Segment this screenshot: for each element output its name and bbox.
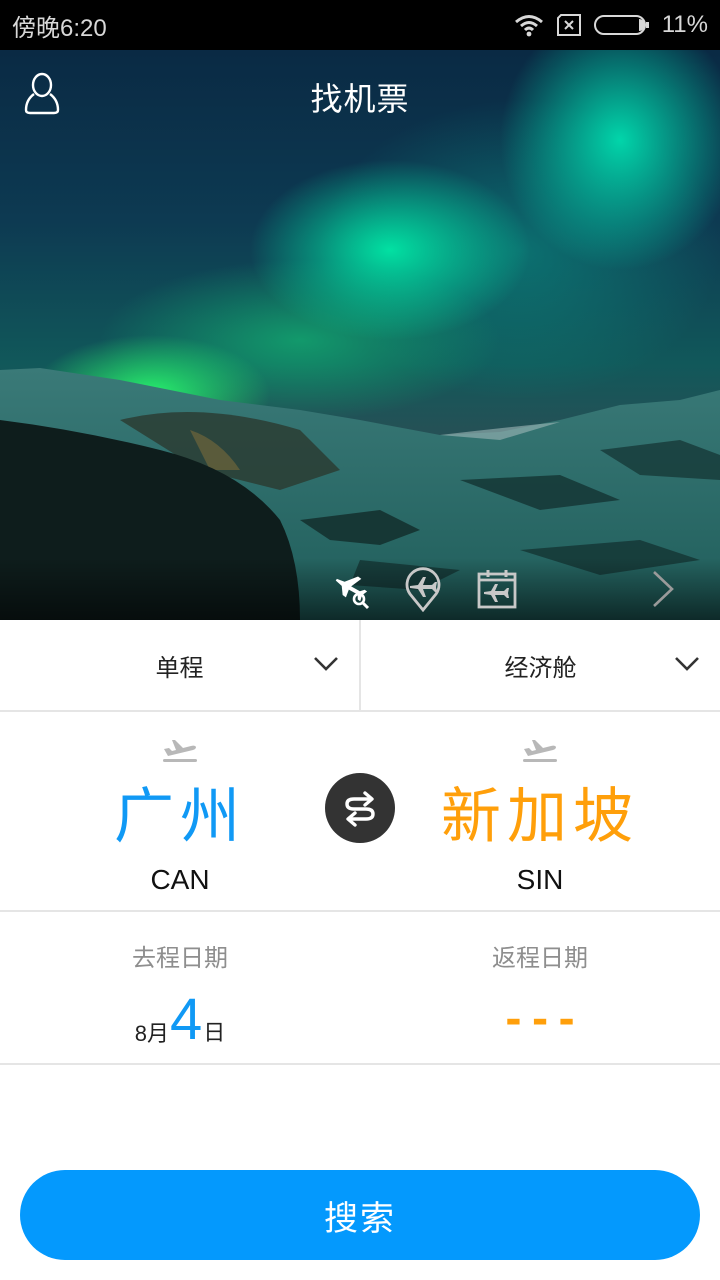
- cabin-class-value: 经济舱: [504, 653, 577, 682]
- status-bar: 傍晚6:20 11%: [0, 0, 720, 50]
- top-bar: 找机票: [0, 50, 720, 140]
- dates-section: 去程日期 8月 4 日 返程日期 ---: [0, 914, 720, 1065]
- departure-month: 8月: [134, 1021, 169, 1046]
- departure-date-value: 8月 4 日: [0, 987, 360, 1052]
- hero-banner: 找机票: [0, 50, 720, 620]
- departure-city: 广州: [114, 782, 246, 852]
- chevron-right-icon[interactable]: [640, 566, 686, 612]
- return-date-label: 返程日期: [492, 944, 588, 972]
- return-date-picker[interactable]: 返程日期 ---: [360, 914, 720, 1065]
- departure-city-picker[interactable]: 广州 CAN: [0, 712, 360, 912]
- trip-options: 单程 经济舱: [0, 620, 720, 712]
- flight-location-icon[interactable]: [400, 566, 446, 612]
- search-button[interactable]: 搜索: [20, 1170, 700, 1260]
- departure-code: CAN: [150, 864, 210, 895]
- wifi-icon: [514, 15, 543, 37]
- route-section: 广州 CAN 新加坡 SIN: [0, 712, 720, 912]
- chevron-down-icon: [314, 657, 338, 671]
- trip-type-dropdown[interactable]: 单程: [0, 620, 359, 710]
- arrival-code: SIN: [516, 864, 564, 895]
- trip-type-value: 单程: [155, 653, 204, 682]
- return-date-placeholder: ---: [505, 997, 585, 1043]
- hero-tab-bar: [0, 558, 720, 620]
- takeoff-icon: [523, 740, 557, 762]
- battery-percent: 11%: [661, 11, 708, 38]
- departure-date-picker[interactable]: 去程日期 8月 4 日: [0, 914, 360, 1065]
- departure-date-label: 去程日期: [132, 944, 228, 972]
- departure-day: 4: [169, 987, 203, 1052]
- cabin-class-dropdown[interactable]: 经济舱: [359, 620, 720, 710]
- battery-icon: [593, 15, 649, 35]
- flight-search-icon[interactable]: [328, 566, 374, 612]
- status-time: 傍晚6:20: [12, 14, 107, 42]
- page-title: 找机票: [310, 80, 410, 118]
- arrival-city: 新加坡: [441, 782, 639, 852]
- arrival-city-picker[interactable]: 新加坡 SIN: [360, 712, 720, 912]
- chevron-down-icon: [675, 657, 699, 671]
- takeoff-icon: [163, 740, 197, 762]
- departure-day-suffix: 日: [203, 1021, 226, 1046]
- flight-calendar-icon[interactable]: [474, 566, 520, 612]
- no-sim-icon: [556, 14, 581, 36]
- return-date-value: ---: [360, 988, 720, 1048]
